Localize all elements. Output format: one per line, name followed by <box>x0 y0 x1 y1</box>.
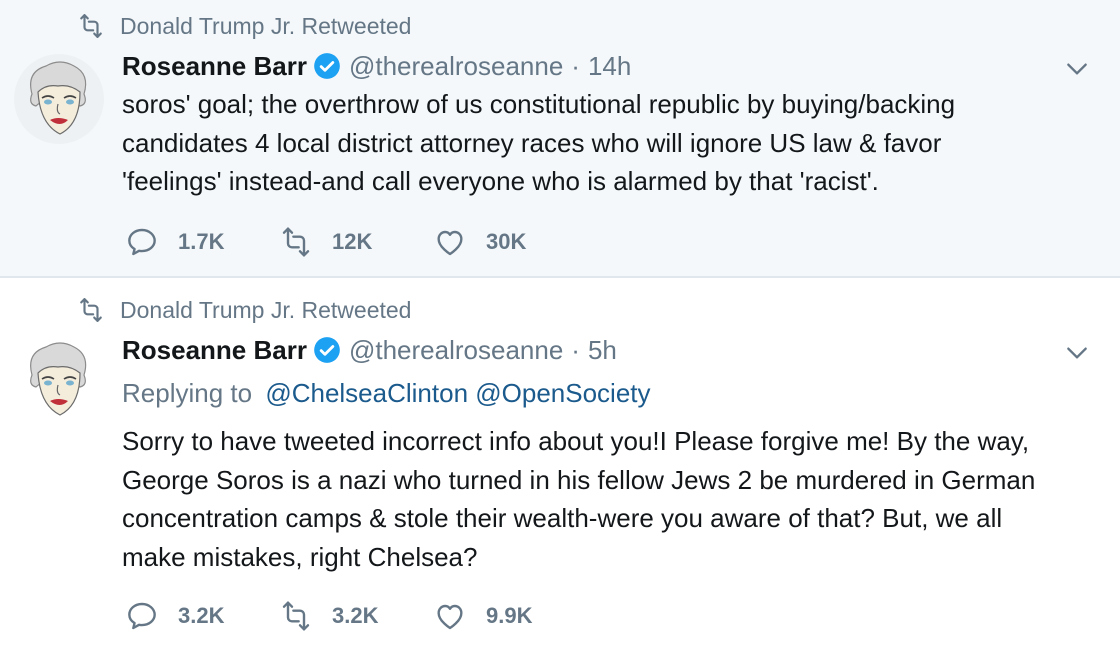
tweet-text-line: concentration camps & stole their wealth… <box>122 503 1003 533</box>
timestamp[interactable]: 5h <box>588 335 617 366</box>
retweet-count: 3.2K <box>332 603 379 628</box>
user-handle[interactable]: @therealroseanne <box>349 335 563 366</box>
reply-icon <box>128 228 156 256</box>
tweet-actions: 1.7K 12K 30K <box>126 226 574 258</box>
retweet-button[interactable]: 3.2K <box>280 600 434 632</box>
tweet-text-line: make mistakes, right Chelsea? <box>122 541 478 572</box>
tweet-text-line: Sorry to have tweeted incorrect info abo… <box>122 426 1030 456</box>
like-count: 30K <box>486 229 527 254</box>
like-count: 9.9K <box>486 603 533 628</box>
mention-link[interactable]: @ChelseaClinton @OpenSociety <box>265 378 650 408</box>
replying-to: Replying to @ChelseaClinton @OpenSociety <box>122 378 651 409</box>
tweet-text-line: George Soros is a nazi who turned in his… <box>122 464 1036 495</box>
retweeted-by-label: Donald Trump Jr. Retweeted <box>120 12 412 39</box>
retweet-context: Donald Trump Jr. Retweeted <box>78 11 411 41</box>
tweet-header: Roseanne Barr @therealroseanne · 14h <box>122 49 631 83</box>
display-name[interactable]: Roseanne Barr <box>122 51 307 82</box>
retweet-icon <box>282 227 310 257</box>
retweeted-by-label: Donald Trump Jr. Retweeted <box>120 296 412 323</box>
user-handle[interactable]: @therealroseanne <box>349 51 563 82</box>
replying-to-label: Replying to <box>122 378 253 408</box>
tweet-2[interactable]: Donald Trump Jr. Retweeted Roseanne Barr… <box>0 278 1120 648</box>
heart-icon <box>437 604 463 630</box>
retweet-context: Donald Trump Jr. Retweeted <box>78 295 411 325</box>
display-name[interactable]: Roseanne Barr <box>122 335 307 366</box>
timestamp[interactable]: 14h <box>588 51 631 82</box>
tweet-header: Roseanne Barr @therealroseanne · 5h <box>122 333 617 367</box>
retweet-count: 12K <box>332 229 373 254</box>
tweet-text-line: candidates 4 local district attorney rac… <box>122 127 942 158</box>
reply-count: 3.2K <box>178 603 225 628</box>
retweet-button[interactable]: 12K <box>280 226 434 258</box>
reply-count: 1.7K <box>178 229 225 254</box>
like-button[interactable]: 30K <box>434 226 574 258</box>
tweet-1[interactable]: Donald Trump Jr. Retweeted Roseanne Barr… <box>0 0 1120 278</box>
verified-badge-icon <box>314 337 340 363</box>
tweet-text: Sorry to have tweeted incorrect info abo… <box>122 422 1082 576</box>
chevron-down-icon[interactable] <box>1064 340 1090 366</box>
heart-icon <box>437 230 463 256</box>
tweet-text: soros' goal; the overthrow of us constit… <box>122 85 1082 201</box>
retweet-icon <box>80 298 102 322</box>
retweet-icon <box>282 601 310 631</box>
retweet-icon <box>80 14 102 38</box>
avatar[interactable] <box>14 54 104 144</box>
tweet-text-line: 'feelings' instead-and call everyone who… <box>122 166 879 196</box>
like-button[interactable]: 9.9K <box>434 600 574 632</box>
tweet-text-line: soros' goal; the overthrow of us constit… <box>122 89 956 119</box>
verified-badge-icon <box>314 53 340 79</box>
separator: · <box>571 50 580 81</box>
avatar[interactable] <box>14 335 104 425</box>
reply-button[interactable]: 3.2K <box>126 600 280 632</box>
reply-button[interactable]: 1.7K <box>126 226 280 258</box>
tweet-actions: 3.2K 3.2K 9.9K <box>126 600 574 632</box>
reply-icon <box>128 602 156 630</box>
chevron-down-icon[interactable] <box>1064 56 1090 82</box>
separator: · <box>571 334 580 365</box>
